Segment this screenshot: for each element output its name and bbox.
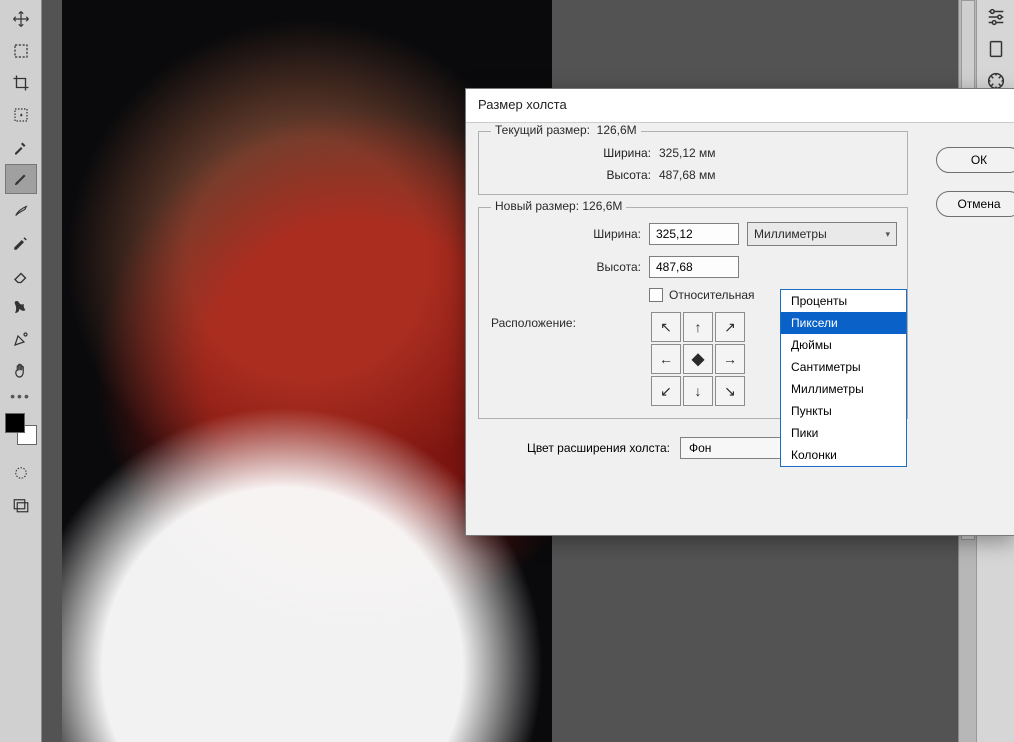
new-width-label: Ширина: xyxy=(491,227,641,241)
cancel-button[interactable]: Отмена xyxy=(936,191,1014,217)
history-brush-tool[interactable] xyxy=(5,228,37,258)
current-width-label: Ширина: xyxy=(551,146,651,160)
new-height-input[interactable] xyxy=(649,256,739,278)
width-unit-select[interactable]: Миллиметры ▾ xyxy=(747,222,897,246)
current-size-legend: Текущий размер: 126,6M xyxy=(491,123,641,137)
new-size-legend-text: Новый размер: xyxy=(495,199,579,213)
crop-tool[interactable] xyxy=(5,68,37,98)
anchor-se[interactable]: ↘ xyxy=(715,376,745,406)
unit-dropdown: ПроцентыПикселиДюймыСантиметрыМиллиметры… xyxy=(780,289,907,467)
eyedropper-tool[interactable] xyxy=(5,132,37,162)
pen-tool[interactable] xyxy=(5,324,37,354)
anchor-e[interactable]: → xyxy=(715,344,745,374)
unit-option[interactable]: Пики xyxy=(781,422,906,444)
magic-wand-tool[interactable] xyxy=(5,100,37,130)
extension-color-value: Фон xyxy=(689,441,711,455)
anchor-center[interactable]: ◆ xyxy=(683,344,713,374)
dialog-title: Размер холста xyxy=(466,89,1014,122)
left-toolbar: ••• xyxy=(0,0,42,742)
anchor-w[interactable]: ← xyxy=(651,344,681,374)
unit-option[interactable]: Проценты xyxy=(781,290,906,312)
foreground-color-swatch[interactable] xyxy=(5,413,25,433)
current-width-value: 325,12 мм xyxy=(659,146,716,160)
canvas-size-dialog: Размер холста ОК Отмена Текущий размер: … xyxy=(465,88,1014,536)
chevron-down-icon: ▾ xyxy=(885,229,890,240)
foreground-background-colors[interactable] xyxy=(4,412,38,446)
extension-color-row: Цвет расширения холста: Фон ▾ xyxy=(466,431,1014,471)
unit-option[interactable]: Сантиметры xyxy=(781,356,906,378)
ok-button[interactable]: ОК xyxy=(936,147,1014,173)
anchor-label: Расположение: xyxy=(491,312,641,330)
new-size-legend: Новый размер: 126,6M xyxy=(491,199,626,213)
anchor-s[interactable]: ↓ xyxy=(683,376,713,406)
clone-stamp-tool[interactable] xyxy=(5,196,37,226)
anchor-nw[interactable]: ↖ xyxy=(651,312,681,342)
current-height-label: Высота: xyxy=(551,168,651,182)
paragraph-icon[interactable] xyxy=(985,38,1007,60)
unit-option[interactable]: Пиксели xyxy=(781,312,906,334)
anchor-ne[interactable]: ↗ xyxy=(715,312,745,342)
anchor-sw[interactable]: ↙ xyxy=(651,376,681,406)
unit-option[interactable]: Пункты xyxy=(781,400,906,422)
relative-checkbox[interactable] xyxy=(649,288,663,302)
eraser-tool[interactable] xyxy=(5,260,37,290)
current-size-value: 126,6M xyxy=(597,123,637,137)
move-tool[interactable] xyxy=(5,4,37,34)
width-unit-selected: Миллиметры xyxy=(754,227,827,241)
current-height-value: 487,68 мм xyxy=(659,168,716,182)
new-width-input[interactable] xyxy=(649,223,739,245)
current-size-group: Текущий размер: 126,6M Ширина: 325,12 мм… xyxy=(478,131,908,195)
more-tools-icon[interactable]: ••• xyxy=(5,388,37,404)
dialog-title-bar[interactable]: Размер холста xyxy=(466,89,1014,123)
new-size-value: 126,6M xyxy=(582,199,622,213)
unit-option[interactable]: Колонки xyxy=(781,444,906,466)
dialog-button-stack: ОК Отмена xyxy=(936,147,1014,217)
unit-option[interactable]: Миллиметры xyxy=(781,378,906,400)
screen-mode-tool[interactable] xyxy=(5,490,37,520)
new-height-label: Высота: xyxy=(491,260,641,274)
relative-label: Относительная xyxy=(669,288,755,302)
anchor-n[interactable]: ↑ xyxy=(683,312,713,342)
marquee-tool[interactable] xyxy=(5,36,37,66)
extension-color-label: Цвет расширения холста: xyxy=(480,441,670,455)
current-size-legend-text: Текущий размер: xyxy=(495,123,590,137)
unit-option[interactable]: Дюймы xyxy=(781,334,906,356)
quick-mask-tool[interactable] xyxy=(5,458,37,488)
brush-tool[interactable] xyxy=(5,164,37,194)
adjustments-icon[interactable] xyxy=(985,6,1007,28)
hand-tool[interactable] xyxy=(5,356,37,386)
gradient-tool[interactable] xyxy=(5,292,37,322)
